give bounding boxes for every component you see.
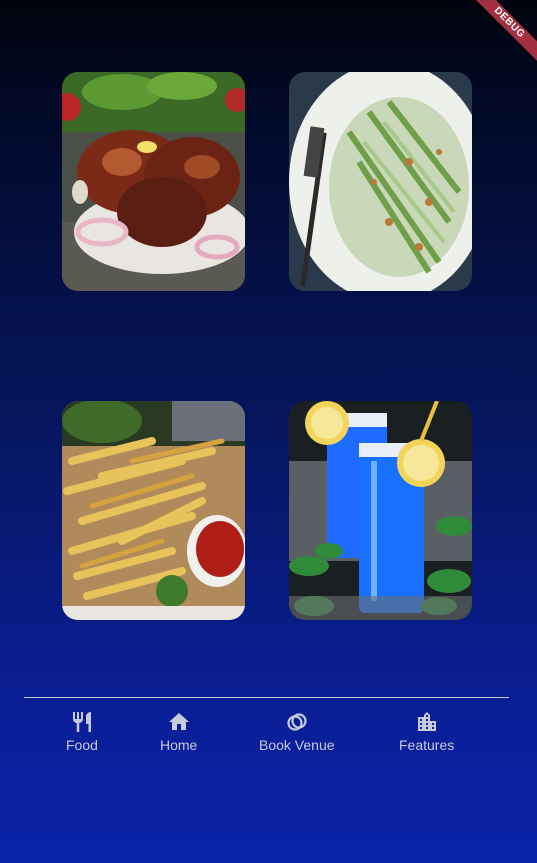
french-fries-photo: [62, 401, 245, 620]
nav-item-label: Food: [66, 737, 98, 753]
building-icon: [417, 712, 436, 731]
nav-item-features[interactable]: Features: [399, 710, 454, 753]
nav-item-book-venue[interactable]: Book Venue: [259, 710, 335, 753]
green-salad-photo: [289, 72, 472, 291]
debug-banner-label: DEBUG: [468, 0, 537, 64]
food-tile-green-salad[interactable]: [289, 72, 472, 291]
nav-item-label: Features: [399, 737, 455, 753]
nav-item-label: Book Venue: [259, 737, 335, 753]
food-tile-tandoori-chicken[interactable]: [62, 72, 245, 291]
blue-lemonade-photo: [289, 401, 472, 620]
fork-knife-icon: [72, 712, 91, 732]
nav-item-label: Home: [160, 737, 198, 753]
food-tile-blue-lemonade[interactable]: [289, 401, 472, 620]
nav-item-home[interactable]: Home: [160, 710, 197, 753]
home-icon: [168, 713, 189, 730]
tandoori-chicken-photo: [62, 72, 245, 291]
food-tile-french-fries[interactable]: [62, 401, 245, 620]
bottom-nav-divider: [24, 697, 509, 698]
nav-item-food[interactable]: Food: [66, 710, 98, 753]
rings-icon: [287, 713, 307, 731]
